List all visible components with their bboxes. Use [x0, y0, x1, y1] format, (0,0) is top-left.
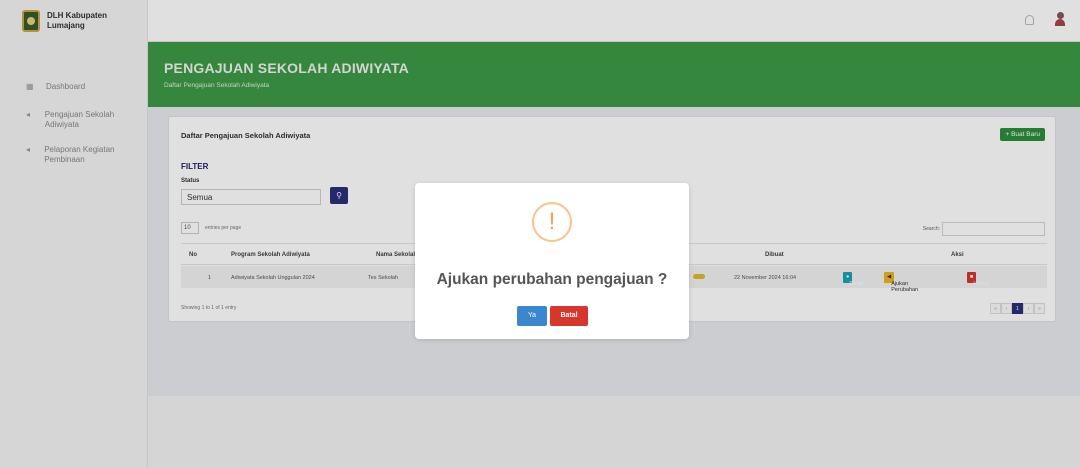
confirm-button[interactable]: Ya [517, 306, 547, 326]
dialog-message: Ajukan perubahan pengajuan ? [436, 271, 668, 288]
cancel-button[interactable]: Batal [550, 306, 588, 326]
confirm-dialog: ! Ajukan perubahan pengajuan ? Ya Batal [415, 183, 689, 339]
warning-icon: ! [532, 202, 572, 242]
